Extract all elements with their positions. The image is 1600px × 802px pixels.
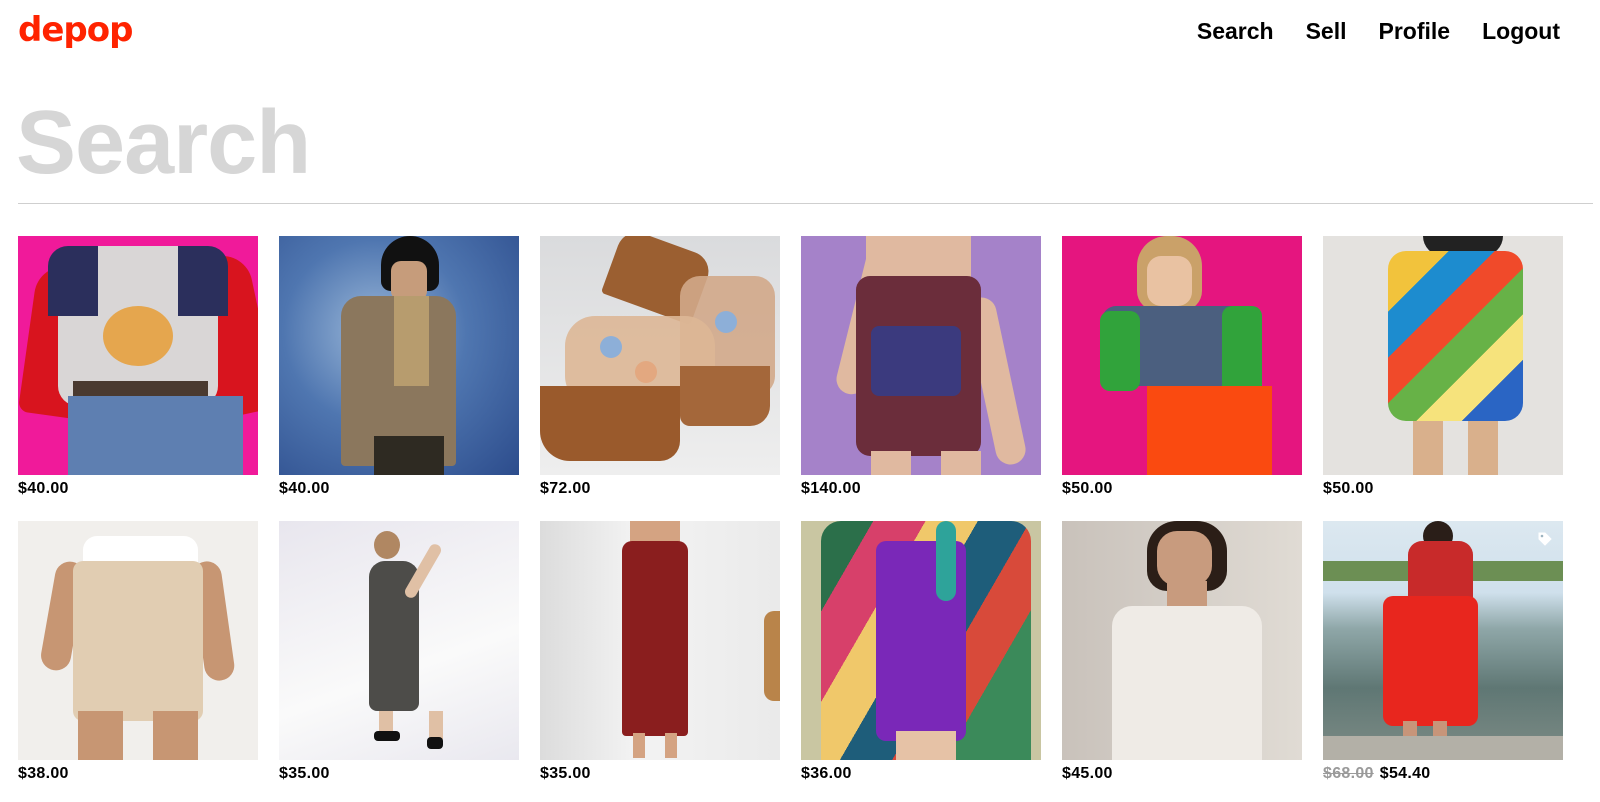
product-price: $72.00 (540, 480, 591, 497)
product-price-row: $40.00 (279, 478, 519, 501)
product-price-row: $68.00 $54.40 (1323, 763, 1563, 786)
product-image[interactable] (801, 521, 1041, 760)
product-image[interactable] (18, 236, 258, 475)
page-title: Search (16, 93, 311, 193)
product-price: $35.00 (279, 765, 330, 782)
product-card[interactable]: $140.00 (801, 236, 1041, 501)
product-price-row: $72.00 (540, 478, 780, 501)
tag-icon (1538, 532, 1552, 546)
product-image[interactable] (1323, 521, 1563, 760)
product-price: $50.00 (1062, 480, 1113, 497)
product-card[interactable]: $38.00 (18, 521, 258, 786)
product-price: $54.40 (1379, 765, 1431, 782)
product-price: $38.00 (18, 765, 69, 782)
depop-logo[interactable]: depop (18, 8, 133, 52)
product-image[interactable] (540, 236, 780, 475)
product-image[interactable] (801, 236, 1041, 475)
product-image[interactable] (1323, 236, 1563, 475)
product-original-price: $68.00 (1323, 765, 1374, 782)
product-image[interactable] (279, 236, 519, 475)
product-card[interactable]: $35.00 (540, 521, 780, 786)
product-price-row: $38.00 (18, 763, 258, 786)
product-price-row: $36.00 (801, 763, 1041, 786)
product-card[interactable]: $68.00 $54.40 (1323, 521, 1563, 786)
product-price-row: $45.00 (1062, 763, 1302, 786)
product-price-row: $35.00 (540, 763, 780, 786)
top-nav: Search Sell Profile Logout (1197, 16, 1560, 46)
product-price: $50.00 (1323, 480, 1374, 497)
product-card[interactable]: $40.00 (279, 236, 519, 501)
product-price-row: $40.00 (18, 478, 258, 501)
product-card[interactable]: $36.00 (801, 521, 1041, 786)
product-price-row: $50.00 (1323, 478, 1563, 501)
title-divider (18, 203, 1593, 204)
product-price: $36.00 (801, 765, 852, 782)
product-image[interactable] (540, 521, 780, 760)
product-price: $140.00 (801, 480, 861, 497)
product-card[interactable]: $45.00 (1062, 521, 1302, 786)
product-image[interactable] (1062, 236, 1302, 475)
product-price: $40.00 (18, 480, 69, 497)
nav-logout-link[interactable]: Logout (1482, 16, 1560, 46)
product-image[interactable] (18, 521, 258, 760)
product-card[interactable]: $35.00 (279, 521, 519, 786)
product-card[interactable]: $72.00 (540, 236, 780, 501)
product-grid: $40.00 $40.00 $72.00 $140.00 $50.00 $50.… (18, 236, 1563, 786)
product-price-row: $140.00 (801, 478, 1041, 501)
nav-profile-link[interactable]: Profile (1379, 16, 1451, 46)
product-card[interactable]: $50.00 (1062, 236, 1302, 501)
nav-search-link[interactable]: Search (1197, 16, 1274, 46)
product-card[interactable]: $50.00 (1323, 236, 1563, 501)
product-price-row: $35.00 (279, 763, 519, 786)
nav-sell-link[interactable]: Sell (1306, 16, 1347, 46)
product-price-row: $50.00 (1062, 478, 1302, 501)
product-price: $45.00 (1062, 765, 1113, 782)
product-image[interactable] (279, 521, 519, 760)
product-price: $35.00 (540, 765, 591, 782)
product-price: $40.00 (279, 480, 330, 497)
product-image[interactable] (1062, 521, 1302, 760)
product-card[interactable]: $40.00 (18, 236, 258, 501)
